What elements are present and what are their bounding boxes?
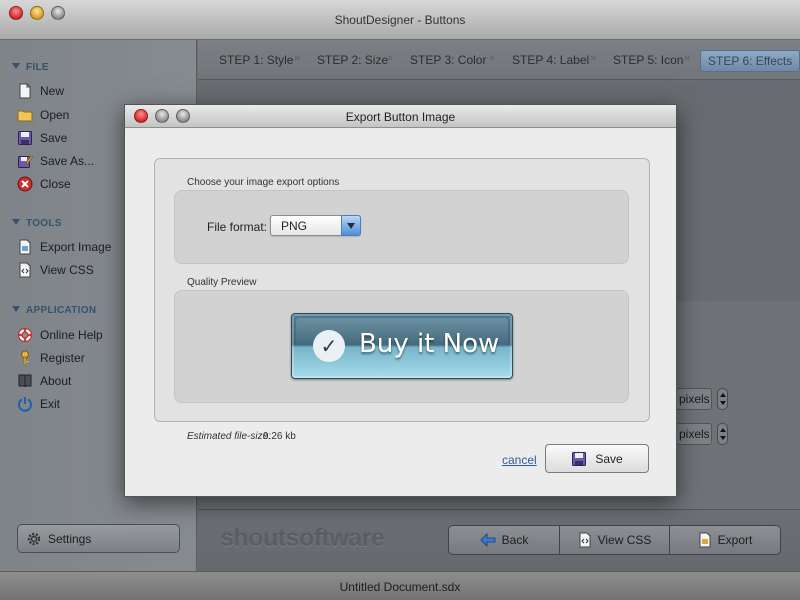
- step-separator-icon: »: [684, 52, 691, 64]
- save-button[interactable]: Save: [545, 444, 649, 473]
- css-document-icon: [16, 261, 34, 279]
- export-image-icon: [698, 532, 712, 548]
- step-separator-icon: »: [489, 52, 496, 64]
- book-icon: [16, 372, 34, 390]
- tab-step-4-label[interactable]: STEP 4: Label: [512, 53, 589, 67]
- back-button[interactable]: Back: [448, 525, 560, 555]
- sidebar-item-label: Exit: [40, 397, 61, 411]
- window-titlebar: ShoutDesigner - Buttons: [0, 0, 800, 40]
- status-bar: Untitled Document.sdx: [0, 571, 800, 600]
- sidebar-item-new[interactable]: New: [16, 81, 186, 101]
- disclosure-triangle-icon: [12, 63, 20, 69]
- power-icon: [16, 395, 34, 413]
- step-separator-icon: »: [387, 52, 394, 64]
- pixel-stepper-1[interactable]: [717, 388, 728, 410]
- sidebar-item-label: Export Image: [40, 240, 112, 254]
- sidebar-item-label: Close: [40, 177, 71, 191]
- sidebar-item-label: About: [40, 374, 72, 388]
- pixel-unit-label: pixels: [679, 392, 710, 406]
- close-icon: [16, 175, 34, 193]
- pixel-stepper-2[interactable]: [717, 423, 728, 445]
- preview-heading: Quality Preview: [187, 277, 257, 288]
- folder-icon: [16, 106, 34, 124]
- sidebar-section-tools[interactable]: TOOLS: [12, 218, 62, 229]
- lifebuoy-icon: [16, 326, 34, 344]
- step-separator-icon: »: [294, 52, 301, 64]
- chevron-down-icon: [341, 215, 361, 236]
- checkmark-icon: ✓: [313, 330, 345, 362]
- options-heading: Choose your image export options: [187, 177, 340, 188]
- new-document-icon: [16, 82, 34, 100]
- export-button[interactable]: Export: [669, 525, 781, 555]
- settings-button[interactable]: Settings: [17, 524, 180, 553]
- cancel-link[interactable]: cancel: [502, 453, 537, 467]
- pixel-value-field-2[interactable]: pixels: [676, 423, 712, 445]
- settings-label: Settings: [48, 531, 92, 546]
- dialog-title: Export Button Image: [345, 110, 456, 124]
- key-icon: [16, 349, 34, 367]
- sidebar-item-label: Register: [40, 351, 85, 365]
- export-image-icon: [16, 238, 34, 256]
- pixel-value-field-1[interactable]: pixels: [676, 388, 712, 410]
- tab-step-3-color[interactable]: STEP 3: Color: [410, 53, 486, 67]
- brand-logo: shoutsoftware: [220, 524, 385, 552]
- file-format-label: File format:: [207, 220, 268, 234]
- sidebar-item-label: New: [40, 84, 65, 98]
- tab-step-5-icon[interactable]: STEP 5: Icon: [613, 53, 683, 67]
- filesize-label: Estimated file-size:: [187, 431, 271, 442]
- preview-button-image: ✓ Buy it Now: [291, 313, 513, 379]
- sidebar-item-label: Save: [40, 131, 68, 145]
- sidebar-item-label: Online Help: [40, 328, 103, 342]
- back-arrow-icon: [479, 533, 496, 547]
- export-dialog: Export Button Image Choose your image ex…: [124, 104, 677, 497]
- back-label: Back: [501, 533, 529, 547]
- sidebar-item-label: View CSS: [40, 263, 94, 277]
- step-separator-icon: »: [590, 52, 597, 64]
- sidebar-item-label: Open: [40, 108, 70, 122]
- preview-button-text: Buy it Now: [359, 329, 500, 359]
- window-title: ShoutDesigner - Buttons: [334, 13, 466, 27]
- save-label: Save: [595, 451, 623, 466]
- floppy-disk-icon: [571, 451, 587, 467]
- tab-step-2-size[interactable]: STEP 2: Size: [317, 53, 388, 67]
- step-navigation: STEP 1: Style » STEP 2: Size » STEP 3: C…: [198, 40, 800, 80]
- tab-step-1-style[interactable]: STEP 1: Style: [219, 53, 293, 67]
- gear-icon: [26, 531, 42, 547]
- floppy-disk-icon: [16, 129, 34, 147]
- file-format-value: PNG: [281, 219, 308, 233]
- filesize-value: 9.26 kb: [263, 431, 296, 442]
- css-document-icon: [578, 532, 592, 548]
- sidebar-section-application[interactable]: APPLICATION: [12, 305, 96, 316]
- tab-step-6-effects[interactable]: STEP 6: Effects: [700, 50, 800, 72]
- sidebar-item-label: Save As...: [40, 154, 95, 168]
- view-css-label: View CSS: [597, 533, 652, 547]
- disclosure-triangle-icon: [12, 219, 20, 225]
- file-format-select[interactable]: PNG: [270, 215, 361, 236]
- export-label: Export: [717, 533, 753, 547]
- pixel-unit-label: pixels: [679, 427, 710, 441]
- disclosure-triangle-icon: [12, 306, 20, 312]
- dialog-titlebar: Export Button Image: [125, 105, 676, 128]
- sidebar-section-file[interactable]: FILE: [12, 62, 49, 73]
- save-as-icon: [16, 152, 34, 170]
- bottom-toolbar: shoutsoftware Back View CSS Export: [198, 509, 800, 571]
- view-css-button[interactable]: View CSS: [559, 525, 670, 555]
- document-name: Untitled Document.sdx: [339, 580, 461, 594]
